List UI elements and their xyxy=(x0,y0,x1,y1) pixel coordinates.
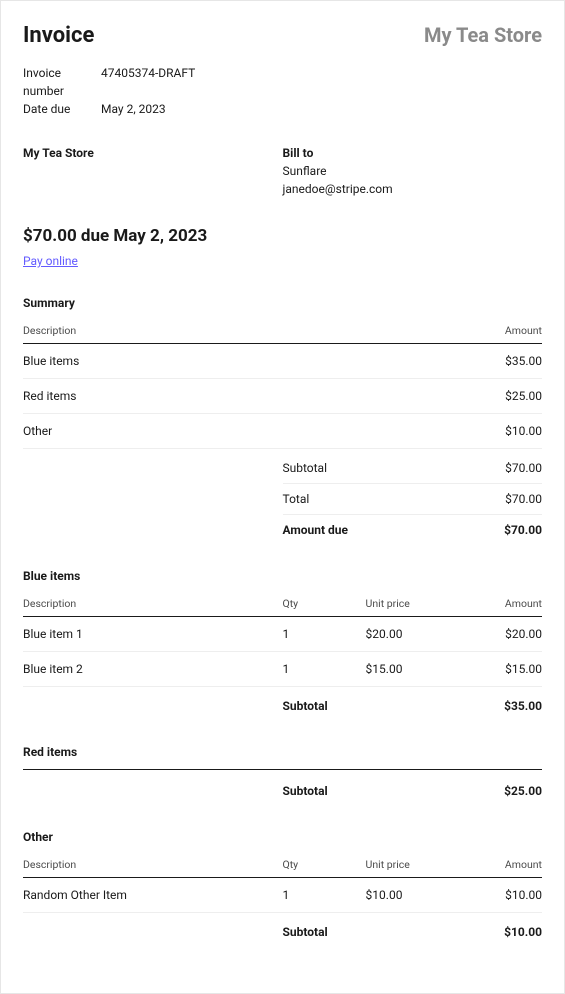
subtotal-value: $10.00 xyxy=(504,925,542,939)
subtotal-label: Subtotal xyxy=(283,925,328,939)
col-amount: Amount xyxy=(454,593,542,617)
cell-amount: $20.00 xyxy=(454,617,542,652)
col-unit-price: Unit price xyxy=(366,593,454,617)
total-label: Subtotal xyxy=(283,461,328,475)
summary-title: Summary xyxy=(23,296,542,310)
total-row: Total $70.00 xyxy=(283,484,543,515)
col-description: Description xyxy=(23,854,283,878)
cell-unit: $10.00 xyxy=(366,878,454,913)
col-unit-price: Unit price xyxy=(366,854,454,878)
cell-amount: $10.00 xyxy=(336,414,542,449)
subtotal-label: Subtotal xyxy=(283,699,328,713)
store-name: My Tea Store xyxy=(424,23,542,47)
table-row: Other $10.00 xyxy=(23,414,542,449)
cell-desc: Red items xyxy=(23,379,336,414)
meta-label: Invoice number xyxy=(23,64,101,100)
col-qty: Qty xyxy=(283,854,366,878)
subtotal-value: $35.00 xyxy=(504,699,542,713)
group-title: Other xyxy=(23,830,542,844)
invoice-meta: Invoice number 47405374-DRAFT Date due M… xyxy=(23,64,542,118)
total-value: $70.00 xyxy=(505,492,542,506)
meta-label: Date due xyxy=(23,100,101,118)
summary-totals: Subtotal $70.00 Total $70.00 Amount due … xyxy=(283,453,543,545)
group-subtotal: Subtotal $35.00 xyxy=(283,691,543,721)
table-row: Blue items $35.00 xyxy=(23,344,542,379)
page-title: Invoice xyxy=(23,23,94,48)
group-title: Blue items xyxy=(23,569,542,583)
group-subtotal: Subtotal $10.00 xyxy=(283,917,543,947)
group-table: Description Qty Unit price Amount Random… xyxy=(23,854,542,913)
from-party: My Tea Store xyxy=(23,146,283,198)
billto-party: Bill to Sunflare janedoe@stripe.com xyxy=(283,146,543,198)
group-blue-items: Blue items Description Qty Unit price Am… xyxy=(23,569,542,721)
billto-label: Bill to xyxy=(283,146,543,160)
subtotal-value: $25.00 xyxy=(504,784,542,798)
group-other: Other Description Qty Unit price Amount … xyxy=(23,830,542,947)
meta-row-date-due: Date due May 2, 2023 xyxy=(23,100,542,118)
subtotal-row: Subtotal $35.00 xyxy=(283,691,543,721)
total-value: $70.00 xyxy=(505,461,542,475)
from-label: My Tea Store xyxy=(23,146,283,160)
cell-qty: 1 xyxy=(283,652,366,687)
cell-desc: Blue item 2 xyxy=(23,652,283,687)
summary-table: Description Amount Blue items $35.00 Red… xyxy=(23,320,542,449)
group-red-items: Red items Subtotal $25.00 xyxy=(23,745,542,806)
cell-desc: Other xyxy=(23,414,336,449)
table-row: Blue item 2 1 $15.00 $15.00 xyxy=(23,652,542,687)
cell-qty: 1 xyxy=(283,878,366,913)
cell-unit: $15.00 xyxy=(366,652,454,687)
total-label: Total xyxy=(283,492,310,506)
total-row-amount-due: Amount due $70.00 xyxy=(283,515,543,545)
meta-row-invoice-number: Invoice number 47405374-DRAFT xyxy=(23,64,542,100)
cell-amount: $35.00 xyxy=(336,344,542,379)
subtotal-row: Subtotal $25.00 xyxy=(283,774,543,806)
group-subtotal: Subtotal $25.00 xyxy=(283,774,543,806)
cell-qty: 1 xyxy=(283,617,366,652)
total-label: Amount due xyxy=(283,523,349,537)
summary-section: Summary Description Amount Blue items $3… xyxy=(23,296,542,545)
cell-amount: $10.00 xyxy=(454,878,542,913)
group-table: Description Qty Unit price Amount Blue i… xyxy=(23,593,542,687)
col-amount: Amount xyxy=(454,854,542,878)
total-row: Subtotal $70.00 xyxy=(283,453,543,484)
col-amount: Amount xyxy=(336,320,542,344)
group-title: Red items xyxy=(23,745,542,759)
subtotal-row: Subtotal $10.00 xyxy=(283,917,543,947)
table-row: Blue item 1 1 $20.00 $20.00 xyxy=(23,617,542,652)
meta-value: May 2, 2023 xyxy=(101,100,166,118)
col-description: Description xyxy=(23,320,336,344)
cell-unit: $20.00 xyxy=(366,617,454,652)
table-row: Red items $25.00 xyxy=(23,379,542,414)
parties: My Tea Store Bill to Sunflare janedoe@st… xyxy=(23,146,542,198)
table-row: Random Other Item 1 $10.00 $10.00 xyxy=(23,878,542,913)
pay-online-link[interactable]: Pay online xyxy=(23,254,78,268)
cell-amount: $15.00 xyxy=(454,652,542,687)
billto-email: janedoe@stripe.com xyxy=(283,180,543,198)
col-qty: Qty xyxy=(283,593,366,617)
cell-desc: Random Other Item xyxy=(23,878,283,913)
cell-desc: Blue items xyxy=(23,344,336,379)
meta-value: 47405374-DRAFT xyxy=(101,64,195,100)
col-description: Description xyxy=(23,593,283,617)
cell-amount: $25.00 xyxy=(336,379,542,414)
amount-due-line: $70.00 due May 2, 2023 xyxy=(23,226,542,246)
total-value: $70.00 xyxy=(504,523,542,537)
billto-name: Sunflare xyxy=(283,162,543,180)
invoice-header: Invoice My Tea Store xyxy=(23,23,542,48)
cell-desc: Blue item 1 xyxy=(23,617,283,652)
subtotal-label: Subtotal xyxy=(283,784,328,798)
